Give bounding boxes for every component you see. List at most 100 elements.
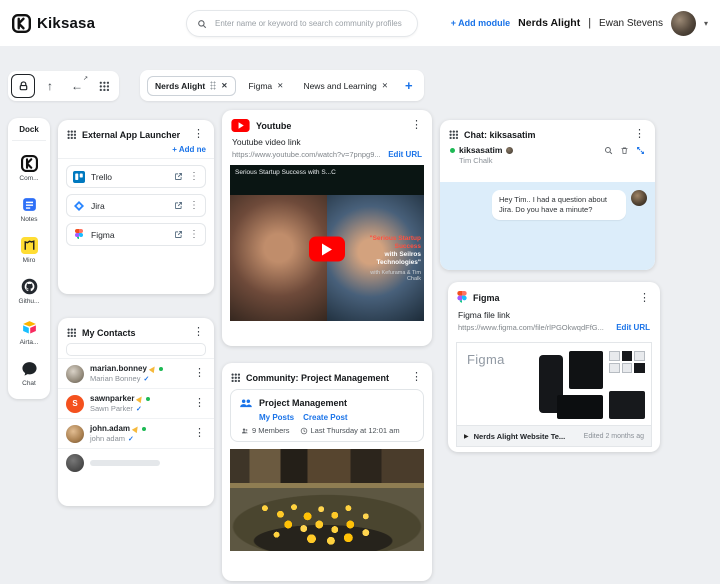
kebab-menu-icon[interactable]: ⋮ (410, 120, 423, 131)
play-icon[interactable]: ▶ (464, 433, 469, 440)
last-activity: Last Thursday at 12:01 am (311, 426, 400, 435)
expand-icon[interactable] (636, 146, 645, 155)
close-icon[interactable]: ✕ (382, 81, 388, 90)
search-bar[interactable] (186, 10, 418, 37)
redo-mini-icon: ↗ (83, 75, 88, 82)
figma-embed-preview[interactable]: Figma (456, 342, 652, 426)
tab-label: Figma (249, 81, 273, 91)
kebab-menu-icon[interactable]: ⋮ (193, 398, 206, 409)
kebab-menu-icon[interactable]: ⋮ (189, 201, 199, 211)
figma-icon (457, 291, 467, 305)
user-avatar[interactable] (671, 11, 696, 36)
app-row-figma[interactable]: Figma ⋮ (66, 223, 206, 246)
app-row-trello[interactable]: Trello ⋮ (66, 165, 206, 188)
figma-embed-footer: ▶ Nerds Alight Website Te... Edited 2 mo… (456, 426, 652, 447)
design-frame-grid (609, 351, 645, 373)
video-banner-text: Serious Startup Success with S...C (230, 165, 424, 195)
play-button[interactable] (309, 237, 345, 262)
dock-item-miro[interactable]: Miro (8, 237, 50, 264)
chat-channel-name: kiksasatim (459, 145, 502, 155)
trello-icon (73, 171, 85, 183)
avatar (631, 190, 647, 206)
video-thumbnail[interactable]: Serious Startup Success with S...C "Seri… (230, 165, 424, 321)
module-grid-icon[interactable] (449, 130, 458, 139)
contact-row[interactable]: S sawnparker Sawn Parker ✓ ⋮ (58, 388, 214, 418)
add-tab-button[interactable]: + (401, 78, 417, 93)
avatar (66, 425, 84, 443)
app-root: Kiksasa + Add module Nerds Alight | Ewan… (0, 0, 720, 584)
grid-view-button[interactable] (92, 74, 116, 98)
create-post-link[interactable]: Create Post (303, 413, 347, 422)
card-title: Chat: kiksasatim (464, 130, 536, 140)
contact-row[interactable]: marian.bonney Marian Bonney ✓ ⋮ (58, 358, 214, 388)
cover-image-barn (230, 449, 424, 488)
external-link-icon[interactable] (174, 201, 183, 210)
airtable-icon (21, 319, 38, 336)
kebab-menu-icon[interactable]: ⋮ (192, 327, 205, 338)
tab-news-and-learning[interactable]: News and Learning ✕ (296, 77, 395, 95)
dock-panel: Dock Com... Notes Miro (8, 118, 50, 399)
design-frame (569, 351, 603, 389)
tab-nerds-alight[interactable]: Nerds Alight ✕ (147, 76, 236, 96)
edit-url-button[interactable]: Edit URL (388, 150, 422, 159)
move-up-button[interactable]: ↑ (38, 74, 62, 98)
chevron-down-icon[interactable]: ▾ (704, 19, 708, 28)
tab-figma[interactable]: Figma ✕ (242, 77, 291, 95)
module-grid-icon[interactable] (231, 373, 240, 382)
search-icon[interactable] (604, 146, 613, 155)
kebab-menu-icon[interactable]: ⋮ (192, 129, 205, 140)
members-count: 9 Members (252, 426, 290, 435)
my-posts-link[interactable]: My Posts (259, 413, 294, 422)
app-row-jira[interactable]: Jira ⋮ (66, 194, 206, 217)
figma-link-label: Figma file link (448, 310, 660, 320)
external-link-icon[interactable] (174, 230, 183, 239)
module-grid-icon[interactable] (67, 328, 76, 337)
kebab-menu-icon[interactable]: ⋮ (193, 368, 206, 379)
module-grid-icon[interactable] (67, 130, 76, 139)
lock-button[interactable] (11, 74, 35, 98)
close-icon[interactable]: ✕ (221, 81, 227, 90)
clock-icon (300, 427, 308, 435)
kebab-menu-icon[interactable]: ⋮ (410, 372, 423, 383)
search-input[interactable] (213, 18, 407, 29)
figma-card: Figma ⋮ Figma file link https://www.figm… (448, 282, 660, 452)
dock-item-github[interactable]: Githu... (8, 278, 50, 305)
contact-row[interactable]: john.adam john adam ✓ ⋮ (58, 418, 214, 448)
board-toolbar: ↑ ← ↗ (8, 71, 119, 101)
edit-url-button[interactable]: Edit URL (616, 323, 650, 332)
chat-message-area[interactable]: Hey Tim.. I had a question about Jira. D… (440, 182, 655, 270)
kebab-menu-icon[interactable]: ⋮ (189, 230, 199, 240)
video-link-label: Youtube video link (222, 137, 432, 147)
back-button[interactable]: ← ↗ (65, 74, 89, 98)
contact-row-partial (58, 448, 214, 477)
card-title: Youtube (256, 121, 291, 131)
tab-label: News and Learning (303, 81, 376, 91)
kebab-menu-icon[interactable]: ⋮ (189, 172, 199, 182)
kebab-menu-icon[interactable]: ⋮ (633, 129, 646, 140)
party-icon (149, 364, 157, 372)
dock-item-notes[interactable]: Notes (8, 196, 50, 223)
kebab-menu-icon[interactable]: ⋮ (193, 428, 206, 439)
dock-item-airtable[interactable]: Airta... (8, 319, 50, 346)
drag-handle-icon[interactable] (210, 81, 216, 90)
top-header: Kiksasa + Add module Nerds Alight | Ewan… (0, 0, 720, 46)
text-placeholder (90, 460, 160, 466)
contact-name: Sawn Parker (90, 404, 133, 413)
verified-check-icon: ✓ (136, 405, 142, 413)
miro-icon (21, 237, 38, 254)
kebab-menu-icon[interactable]: ⋮ (638, 293, 651, 304)
avatar (66, 454, 84, 472)
tab-label: Nerds Alight (155, 81, 205, 91)
figma-file-title: Nerds Alight Website Te... (474, 432, 566, 441)
contacts-search-input[interactable] (66, 343, 206, 356)
close-icon[interactable]: ✕ (277, 81, 283, 90)
brand[interactable]: Kiksasa (12, 14, 95, 33)
dock-item-chat[interactable]: Chat (8, 360, 50, 387)
trash-icon[interactable] (620, 146, 629, 155)
chat-bubble-icon (21, 360, 38, 377)
thumbnail-caption: "Serious Startup Success with Seilros Te… (355, 235, 421, 283)
add-module-button[interactable]: + Add module (451, 18, 510, 28)
dock-item-community[interactable]: Com... (8, 155, 50, 182)
add-new-app-button[interactable]: + Add ne (58, 145, 214, 159)
external-link-icon[interactable] (174, 172, 183, 181)
